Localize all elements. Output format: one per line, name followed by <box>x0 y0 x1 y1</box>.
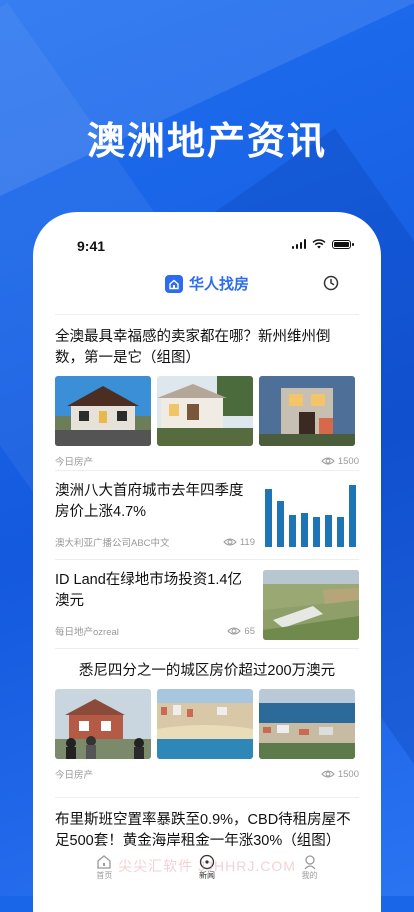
article-title: 悉尼四分之一的城区房价超过200万澳元 <box>78 663 336 679</box>
street-photo <box>55 689 151 759</box>
article-source: 澳大利亚广播公司ABC中文 <box>55 538 170 549</box>
battery-icon <box>332 239 354 249</box>
article-card[interactable]: ID Land在绿地市场投资1.4亿澳元 每日地产ozreal 65 <box>55 560 359 640</box>
article-source: 每日地产ozreal <box>55 627 119 638</box>
watermark: 尖尖汇软件 JJHHRJ.COM <box>118 858 296 874</box>
eye-icon <box>321 770 335 778</box>
view-count: 1500 <box>337 455 359 467</box>
eye-icon <box>223 538 237 546</box>
house-photo <box>259 376 355 446</box>
app-bar: 华人找房 <box>33 267 381 303</box>
brand-name: 华人找房 <box>188 276 249 293</box>
house-photo <box>157 376 253 446</box>
article-source: 今日房产 <box>55 457 94 468</box>
view-count: 119 <box>239 536 255 548</box>
wifi-icon <box>312 239 326 249</box>
status-bar: 9:41 <box>33 212 381 262</box>
signal-icon <box>291 239 306 249</box>
harbour-photo <box>259 689 355 759</box>
article-card[interactable]: 澳洲八大首府城市去年四季度房价上涨4.7% 澳大利亚广播公司ABC中文 119 <box>55 471 359 551</box>
house-photo <box>55 376 151 446</box>
view-count: 1500 <box>337 768 359 780</box>
article-title: 澳洲八大首府城市去年四季度房价上涨4.7% <box>55 483 244 520</box>
article-card[interactable]: 悉尼四分之一的城区房价超过200万澳元 今日房产 1500 <box>55 649 359 783</box>
view-count: 65 <box>244 625 255 637</box>
eye-icon <box>227 627 242 635</box>
status-time: 9:41 <box>77 238 106 254</box>
bar-chart-thumbnail <box>263 481 359 551</box>
coastline-photo <box>157 689 253 759</box>
article-card[interactable]: 布里斯班空置率暴跌至0.9%，CBD待租房屋不足500套！黄金海岸租金一年涨30… <box>55 798 359 852</box>
article-card[interactable]: 全澳最具幸福感的卖家都在哪？新州维州倒数，第一是它（组图） 今日房产 1500 <box>55 315 359 470</box>
article-title: ID Land在绿地市场投资1.4亿澳元 <box>55 572 242 609</box>
phone-screen: 9:41 华人找房 全澳最具幸福感的卖家都在哪？新州维州倒数，第一是它（组图） … <box>33 212 381 912</box>
article-title: 全澳最具幸福感的卖家都在哪？新州维州倒数，第一是它（组图） <box>55 329 331 366</box>
eye-icon <box>321 457 335 465</box>
article-source: 今日房产 <box>55 770 94 781</box>
history-clock-icon[interactable] <box>323 275 339 291</box>
news-feed: 全澳最具幸福感的卖家都在哪？新州维州倒数，第一是它（组图） 今日房产 1500 … <box>55 314 359 852</box>
aerial-land-photo <box>263 570 359 640</box>
house-logo-icon <box>164 274 183 293</box>
hero-title: 澳洲地产资讯 <box>86 121 327 163</box>
